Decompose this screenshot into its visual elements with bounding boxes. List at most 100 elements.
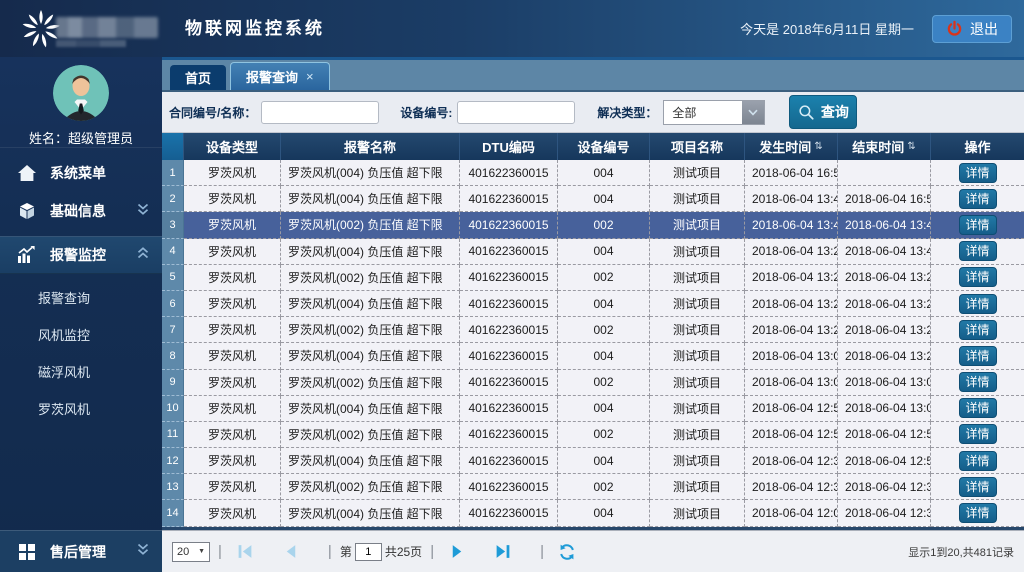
cell-device-type: 罗茨风机 — [184, 474, 281, 500]
cell-alarm-name: 罗茨风机(002) 负压值 超下限 — [281, 317, 460, 343]
sidebar-item-alarm-query[interactable]: 报警查询 — [0, 280, 162, 317]
detail-button[interactable]: 详情 — [959, 372, 997, 392]
table-row[interactable]: 8罗茨风机罗茨风机(004) 负压值 超下限401622360015004测试项… — [162, 343, 1024, 369]
prev-page-button[interactable] — [282, 543, 300, 560]
last-page-button[interactable] — [494, 543, 512, 560]
cell-end-time: 2018-06-04 13:2 — [838, 291, 931, 317]
chevron-double-down-icon — [136, 542, 150, 561]
table-row[interactable]: 9罗茨风机罗茨风机(002) 负压值 超下限401622360015002测试项… — [162, 370, 1024, 396]
row-number: 3 — [162, 212, 184, 238]
cell-end-time: 2018-06-04 13:0 — [838, 370, 931, 396]
column-header: 设备编号 — [558, 133, 650, 160]
table-row[interactable]: 10罗茨风机罗茨风机(004) 负压值 超下限401622360015004测试… — [162, 396, 1024, 422]
detail-button[interactable]: 详情 — [959, 320, 997, 340]
row-number: 11 — [162, 422, 184, 448]
page-title: 物联网监控系统 — [185, 0, 325, 57]
cell-device-no: 004 — [558, 448, 650, 474]
detail-button[interactable]: 详情 — [959, 189, 997, 209]
cell-end-time: 2018-06-04 16:5 — [838, 186, 931, 212]
detail-button[interactable]: 详情 — [959, 451, 997, 471]
detail-button[interactable]: 详情 — [959, 294, 997, 314]
cell-start-time: 2018-06-04 13:2 — [745, 239, 838, 265]
cell-alarm-name: 罗茨风机(002) 负压值 超下限 — [281, 422, 460, 448]
first-page-button[interactable] — [236, 543, 254, 560]
table-row[interactable]: 11罗茨风机罗茨风机(002) 负压值 超下限401622360015002测试… — [162, 422, 1024, 448]
sidebar-item-roots-fan[interactable]: 罗茨风机 — [0, 391, 162, 428]
sidebar-item-after-sales[interactable]: 售后管理 — [0, 530, 162, 572]
cell-end-time: 2018-06-04 13:4 — [838, 212, 931, 238]
detail-button[interactable]: 详情 — [959, 477, 997, 497]
detail-button[interactable]: 详情 — [959, 503, 997, 523]
tab-home[interactable]: 首页 — [170, 65, 226, 90]
row-number: 9 — [162, 370, 184, 396]
sidebar-item-system-menu[interactable]: 系统菜单 — [0, 154, 162, 192]
detail-button[interactable]: 详情 — [959, 267, 997, 287]
alarm-table: 设备类型报警名称DTU编码设备编号项目名称发生时间⇅结束时间⇅操作 1罗茨风机罗… — [162, 133, 1024, 527]
sidebar-item-fan-monitor[interactable]: 风机监控 — [0, 317, 162, 354]
table-row[interactable]: 12罗茨风机罗茨风机(004) 负压值 超下限401622360015004测试… — [162, 448, 1024, 474]
cell-device-type: 罗茨风机 — [184, 239, 281, 265]
table-row[interactable]: 13罗茨风机罗茨风机(002) 负压值 超下限401622360015002测试… — [162, 474, 1024, 500]
sidebar-item-alarm-monitor[interactable]: 报警监控 — [0, 236, 162, 274]
detail-button[interactable]: 详情 — [959, 398, 997, 418]
column-header[interactable]: 发生时间⇅ — [745, 133, 838, 160]
cell-end-time: 2018-06-04 12:5 — [838, 422, 931, 448]
sidebar: 姓名：超级管理员 系统菜单 基础信息 — [0, 57, 162, 572]
next-page-button[interactable] — [448, 543, 466, 560]
sidebar-item-basic-info[interactable]: 基础信息 — [0, 192, 162, 230]
column-header[interactable]: 结束时间⇅ — [838, 133, 931, 160]
table-row[interactable]: 6罗茨风机罗茨风机(004) 负压值 超下限401622360015004测试项… — [162, 291, 1024, 317]
chevron-down-icon[interactable] — [742, 101, 764, 124]
table-row[interactable]: 4罗茨风机罗茨风机(004) 负压值 超下限401622360015004测试项… — [162, 239, 1024, 265]
detail-button[interactable]: 详情 — [959, 163, 997, 183]
cell-dtu-code: 401622360015 — [460, 212, 558, 238]
row-number: 1 — [162, 160, 184, 186]
cell-start-time: 2018-06-04 13:0 — [745, 343, 838, 369]
detail-button[interactable]: 详情 — [959, 346, 997, 366]
page-suffix: 共25页 — [385, 543, 422, 560]
cell-end-time: 2018-06-04 12:5 — [838, 448, 931, 474]
page-size-select[interactable]: 20 ▼ — [172, 542, 210, 562]
table-row[interactable]: 14罗茨风机罗茨风机(004) 负压值 超下限401622360015004测试… — [162, 500, 1024, 526]
cell-device-no: 002 — [558, 265, 650, 291]
separator: | — [540, 543, 544, 560]
cell-dtu-code: 401622360015 — [460, 448, 558, 474]
power-icon — [946, 20, 963, 37]
cell-device-no: 004 — [558, 186, 650, 212]
detail-button[interactable]: 详情 — [959, 424, 997, 444]
sort-icon: ⇅ — [907, 141, 915, 152]
contract-label: 合同编号/名称： — [169, 104, 256, 121]
tab-bar: 首页 报警查询 × — [162, 57, 1024, 92]
type-select[interactable]: 全部 — [663, 100, 765, 125]
cell-operation: 详情 — [931, 239, 1024, 265]
table-row[interactable]: 1罗茨风机罗茨风机(004) 负压值 超下限401622360015004测试项… — [162, 160, 1024, 186]
detail-button[interactable]: 详情 — [959, 215, 997, 235]
query-button[interactable]: 查询 — [789, 95, 857, 129]
table-body: 1罗茨风机罗茨风机(004) 负压值 超下限401622360015004测试项… — [162, 160, 1024, 527]
separator: | — [218, 543, 222, 560]
logout-button[interactable]: 退出 — [932, 15, 1012, 43]
cell-project-name: 测试项目 — [650, 500, 745, 526]
row-number: 6 — [162, 291, 184, 317]
cell-alarm-name: 罗茨风机(004) 负压值 超下限 — [281, 343, 460, 369]
tab-alarm-query[interactable]: 报警查询 × — [230, 62, 330, 90]
page-input[interactable] — [355, 543, 382, 561]
cell-device-type: 罗茨风机 — [184, 291, 281, 317]
table-row[interactable]: 2罗茨风机罗茨风机(004) 负压值 超下限401622360015004测试项… — [162, 186, 1024, 212]
device-input[interactable] — [457, 101, 575, 124]
cell-device-type: 罗茨风机 — [184, 448, 281, 474]
row-number: 7 — [162, 317, 184, 343]
company-name-redacted — [56, 17, 158, 38]
sidebar-item-maglev-fan[interactable]: 磁浮风机 — [0, 354, 162, 391]
contract-input[interactable] — [261, 101, 379, 124]
table-row[interactable]: 7罗茨风机罗茨风机(002) 负压值 超下限401622360015002测试项… — [162, 317, 1024, 343]
table-row[interactable]: 3罗茨风机罗茨风机(002) 负压值 超下限401622360015002测试项… — [162, 212, 1024, 238]
table-row[interactable]: 5罗茨风机罗茨风机(002) 负压值 超下限401622360015002测试项… — [162, 265, 1024, 291]
separator: | — [430, 543, 434, 560]
detail-button[interactable]: 详情 — [959, 241, 997, 261]
row-number: 14 — [162, 500, 184, 526]
close-icon[interactable]: × — [306, 69, 314, 84]
refresh-icon[interactable] — [558, 543, 576, 561]
cell-operation: 详情 — [931, 343, 1024, 369]
cell-alarm-name: 罗茨风机(004) 负压值 超下限 — [281, 500, 460, 526]
